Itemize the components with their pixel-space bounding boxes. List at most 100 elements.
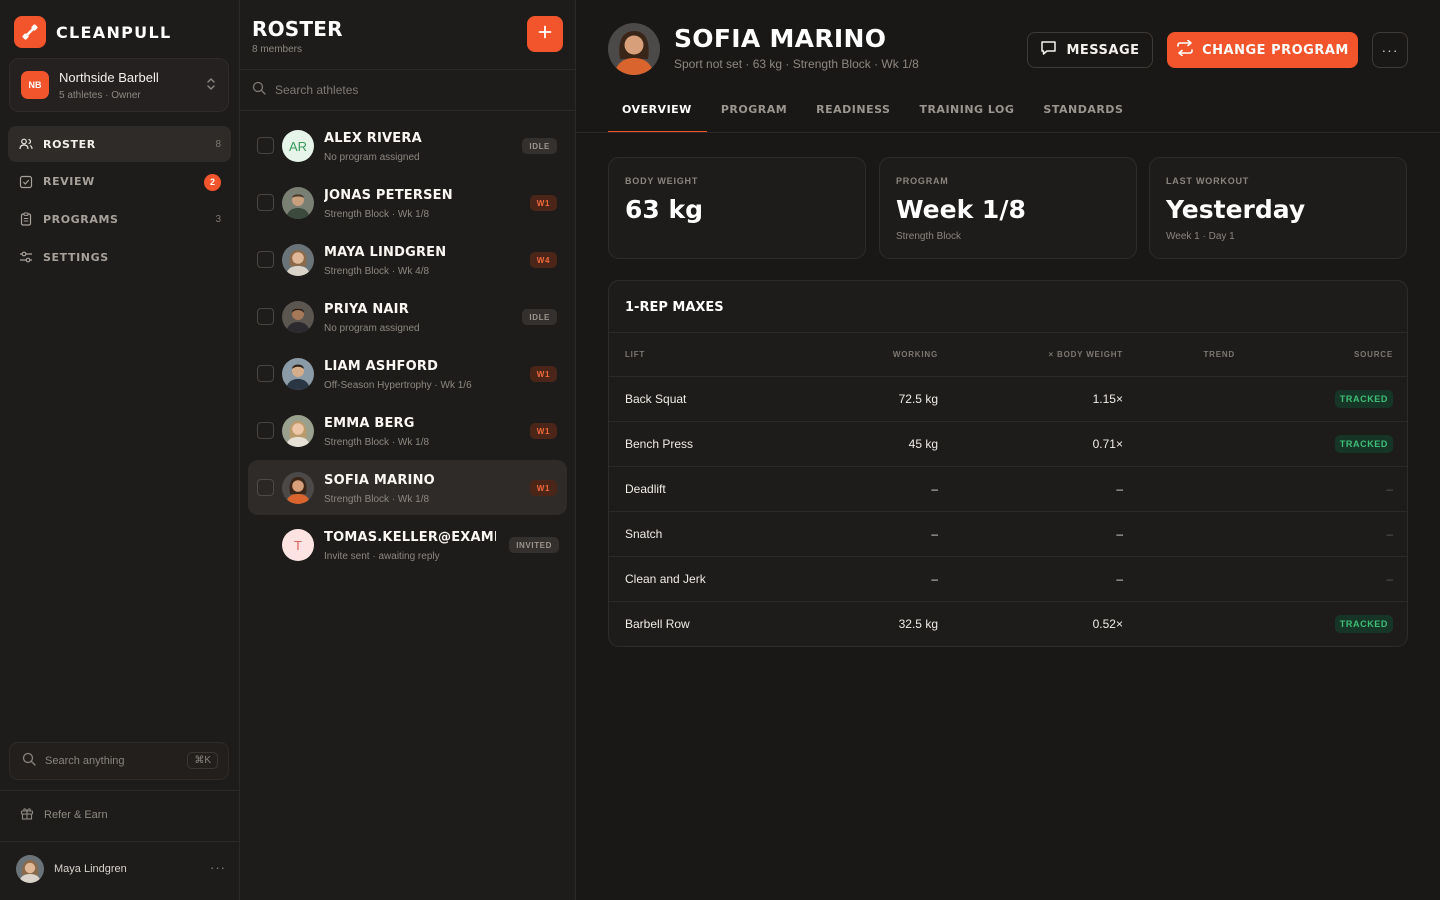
refer-earn-label: Refer & Earn [44, 808, 108, 821]
tab-training-log[interactable]: TRAINING LOG [905, 88, 1029, 133]
athlete-checkbox[interactable] [257, 308, 274, 325]
global-search[interactable]: Search anything ⌘K [9, 742, 229, 780]
athlete-row[interactable]: LIAM ASHFORD Off-Season Hypertrophy · Wk… [248, 346, 567, 401]
nav-item-review[interactable]: REVIEW 2 [8, 164, 231, 200]
athlete-program: No program assigned [324, 323, 420, 334]
working-max: – [931, 482, 938, 496]
search-icon [22, 752, 36, 771]
athlete-checkbox[interactable] [257, 479, 274, 496]
brand[interactable]: CLEANPULL [14, 16, 171, 48]
tab-overview[interactable]: OVERVIEW [608, 88, 707, 133]
lift-name: Barbell Row [625, 617, 690, 631]
table-row[interactable]: Back Squat 72.5 kg 1.15× TRACKED [609, 377, 1407, 422]
avatar [608, 23, 660, 75]
add-athlete-button[interactable] [527, 16, 563, 52]
status-badge: W1 [529, 195, 557, 211]
roster-title: ROSTER [252, 17, 343, 41]
lift-name: Bench Press [625, 437, 694, 451]
refer-earn-link[interactable]: Refer & Earn [20, 806, 108, 823]
athlete-row[interactable]: EMMA BERG Strength Block · Wk 1/8 W1 [248, 403, 567, 458]
athlete-detail: SOFIA MARINO Sport not set · 63 kg · Str… [576, 0, 1440, 900]
lift-name: Deadlift [625, 482, 666, 496]
athlete-row[interactable]: MAYA LINDGREN Strength Block · Wk 4/8 W4 [248, 232, 567, 287]
nav-item-roster[interactable]: ROSTER 8 [8, 126, 231, 162]
table-row[interactable]: Bench Press 45 kg 0.71× TRACKED [609, 422, 1407, 467]
nav-label-settings: SETTINGS [43, 250, 109, 264]
working-max: 72.5 kg [898, 392, 938, 406]
bw-ratio: – [1116, 527, 1123, 541]
athlete-name: ALEX RIVERA [324, 131, 422, 146]
user-name: Maya Lindgren [54, 863, 127, 875]
team-name: Northside Barbell [59, 69, 159, 85]
source-badge: TRACKED [1334, 390, 1393, 408]
bw-ratio: – [1116, 482, 1123, 496]
working-max: – [931, 527, 938, 541]
detail-tabs: OVERVIEW PROGRAM READINESS TRAINING LOG … [608, 88, 1138, 133]
nav-item-settings[interactable]: SETTINGS [8, 239, 231, 275]
stat-sub: Week 1 · Day 1 [1166, 231, 1235, 242]
source-empty: – [1386, 482, 1393, 496]
athlete-checkbox[interactable] [257, 137, 274, 154]
athlete-name: SOFIA MARINO [324, 473, 435, 488]
athlete-summary: Sport not set · 63 kg · Strength Block ·… [674, 57, 919, 71]
message-label: MESSAGE [1066, 42, 1140, 58]
working-max: 32.5 kg [898, 617, 938, 631]
table-row[interactable]: Snatch – – – [609, 512, 1407, 557]
more-icon[interactable]: ··· [210, 860, 226, 875]
status-badge: W1 [529, 480, 557, 496]
tab-standards[interactable]: STANDARDS [1029, 88, 1138, 133]
athlete-name: LIAM ASHFORD [324, 359, 439, 374]
table-row[interactable]: Clean and Jerk – – – [609, 557, 1407, 602]
team-switcher[interactable]: NB Northside Barbell 5 athletes · Owner [9, 58, 229, 112]
nav-label-roster: ROSTER [43, 137, 96, 151]
lift-name: Back Squat [625, 392, 687, 406]
message-button[interactable]: MESSAGE [1027, 32, 1153, 68]
working-max: 45 kg [908, 437, 938, 451]
source-badge: TRACKED [1334, 615, 1393, 633]
athlete-checkbox[interactable] [257, 194, 274, 211]
avatar [282, 358, 314, 390]
athlete-checkbox[interactable] [257, 422, 274, 439]
athlete-row-invited[interactable]: T TOMAS.KELLER@EXAMPL... Invite sent · a… [248, 517, 567, 572]
athlete-checkbox[interactable] [257, 365, 274, 382]
avatar [282, 301, 314, 333]
one-rep-maxes-table: 1-REP MAXES LIFT WORKING × BODY WEIGHT T… [608, 280, 1408, 647]
change-program-label: CHANGE PROGRAM [1202, 42, 1349, 58]
athlete-search-input[interactable]: Search athletes [240, 69, 576, 111]
athlete-row[interactable]: AR ALEX RIVERA No program assigned IDLE [248, 118, 567, 173]
stat-label: LAST WORKOUT [1166, 176, 1250, 186]
swap-icon [1176, 39, 1194, 61]
current-user[interactable]: Maya Lindgren ··· [16, 855, 226, 883]
tab-program[interactable]: PROGRAM [707, 88, 802, 133]
table-row[interactable]: Deadlift – – – [609, 467, 1407, 512]
nav-count-roster: 8 [215, 138, 221, 150]
stat-sub: Strength Block [896, 231, 962, 242]
athlete-row[interactable]: JONAS PETERSEN Strength Block · Wk 1/8 W… [248, 175, 567, 230]
roster-member-count: 8 members [252, 44, 303, 55]
global-search-placeholder: Search anything [45, 755, 125, 767]
column-header-lift: LIFT [625, 350, 646, 359]
avatar-initials: AR [288, 138, 308, 154]
stat-value: Yesterday [1166, 195, 1306, 224]
more-options-button[interactable]: ··· [1372, 32, 1408, 68]
divider [576, 132, 1440, 133]
change-program-button[interactable]: CHANGE PROGRAM [1167, 32, 1358, 68]
table-row[interactable]: Barbell Row 32.5 kg 0.52× TRACKED [609, 602, 1407, 646]
athlete-checkbox[interactable] [257, 251, 274, 268]
shortcut-hint: ⌘K [187, 752, 218, 769]
athlete-row-selected[interactable]: SOFIA MARINO Strength Block · Wk 1/8 W1 [248, 460, 567, 515]
nav-item-programs[interactable]: PROGRAMS 3 [8, 201, 231, 237]
more-icon: ··· [1381, 42, 1399, 58]
avatar [16, 855, 44, 883]
bw-ratio: 0.52× [1092, 617, 1123, 631]
athlete-row[interactable]: PRIYA NAIR No program assigned IDLE [248, 289, 567, 344]
avatar [282, 415, 314, 447]
tab-readiness[interactable]: READINESS [802, 88, 905, 133]
athlete-program: Strength Block · Wk 1/8 [324, 494, 430, 505]
avatar [282, 187, 314, 219]
athlete-list: AR ALEX RIVERA No program assigned IDLE … [248, 118, 567, 574]
athlete-name: EMMA BERG [324, 416, 415, 431]
search-icon [252, 81, 266, 100]
athlete-name: JONAS PETERSEN [324, 188, 453, 203]
team-badge: NB [21, 71, 49, 99]
